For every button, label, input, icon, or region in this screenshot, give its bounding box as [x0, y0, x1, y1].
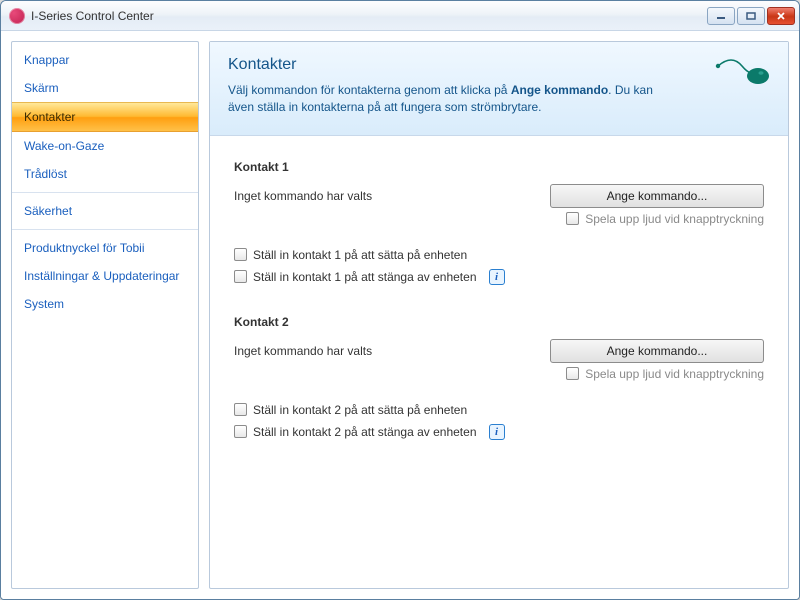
checkbox-icon: [234, 270, 247, 283]
close-button[interactable]: [767, 7, 795, 25]
desc-part-1: Välj kommandon för kontakterna genom att…: [228, 83, 511, 97]
page-description: Välj kommandon för kontakterna genom att…: [228, 82, 668, 117]
checkbox-icon: [234, 403, 247, 416]
minimize-button[interactable]: [707, 7, 735, 25]
contact-2-power-off-text: Ställ in kontakt 2 på att stänga av enhe…: [253, 425, 477, 439]
info-icon[interactable]: i: [489, 269, 505, 285]
contact-2-power-off-row: Ställ in kontakt 2 på att stänga av enhe…: [234, 424, 764, 440]
checkbox-icon: [566, 367, 579, 380]
body: Knappar Skärm Kontakter Wake-on-Gaze Trå…: [1, 31, 799, 599]
sidebar-item-system[interactable]: System: [12, 290, 198, 318]
sidebar-separator: [12, 229, 198, 230]
contact-1-set-command-button[interactable]: Ange kommando...: [550, 184, 764, 208]
contact-2-status: Inget kommando har valts: [234, 344, 534, 358]
contact-1-power-off-text: Ställ in kontakt 1 på att stänga av enhe…: [253, 270, 477, 284]
sidebar-item-knappar[interactable]: Knappar: [12, 46, 198, 74]
maximize-icon: [746, 12, 756, 20]
minimize-icon: [716, 12, 726, 20]
contact-2-section: Kontakt 2 Inget kommando har valts Ange …: [234, 315, 764, 440]
contact-1-sound-row: Spela upp ljud vid knapptryckning: [234, 212, 764, 226]
checkbox-icon: [234, 248, 247, 261]
sidebar: Knappar Skärm Kontakter Wake-on-Gaze Trå…: [11, 41, 199, 589]
sidebar-item-installningar[interactable]: Inställningar & Uppdateringar: [12, 262, 198, 290]
window-title: I-Series Control Center: [31, 9, 707, 23]
contact-2-set-command-button[interactable]: Ange kommando...: [550, 339, 764, 363]
contact-2-power-on-row: Ställ in kontakt 2 på att sätta på enhet…: [234, 403, 764, 417]
sidebar-item-produktnyckel[interactable]: Produktnyckel för Tobii: [12, 234, 198, 262]
contact-2-status-row: Inget kommando har valts Ange kommando..…: [234, 339, 764, 363]
contact-1-section: Kontakt 1 Inget kommando har valts Ange …: [234, 160, 764, 285]
contact-2-title: Kontakt 2: [234, 315, 764, 329]
desc-bold: Ange kommando: [511, 83, 608, 97]
contact-2-power-on-text: Ställ in kontakt 2 på att sätta på enhet…: [253, 403, 467, 417]
contact-1-status: Inget kommando har valts: [234, 189, 534, 203]
content: Kontakt 1 Inget kommando har valts Ange …: [210, 136, 788, 588]
main-panel: Kontakter Välj kommandon för kontakterna…: [209, 41, 789, 589]
contact-1-sound-text: Spela upp ljud vid knapptryckning: [585, 212, 764, 226]
contact-2-sound-text: Spela upp ljud vid knapptryckning: [585, 367, 764, 381]
sidebar-item-skarm[interactable]: Skärm: [12, 74, 198, 102]
contact-1-sound-checkbox-label[interactable]: Spela upp ljud vid knapptryckning: [566, 212, 764, 226]
contact-2-power-on-checkbox[interactable]: Ställ in kontakt 2 på att sätta på enhet…: [234, 403, 467, 417]
sidebar-item-wake-on-gaze[interactable]: Wake-on-Gaze: [12, 132, 198, 160]
contact-2-power-off-checkbox[interactable]: Ställ in kontakt 2 på att stänga av enhe…: [234, 425, 477, 439]
contact-1-power-off-row: Ställ in kontakt 1 på att stänga av enhe…: [234, 269, 764, 285]
maximize-button[interactable]: [737, 7, 765, 25]
window-controls: [707, 7, 795, 25]
switch-device-icon: [714, 56, 770, 93]
contact-1-power-on-text: Ställ in kontakt 1 på att sätta på enhet…: [253, 248, 467, 262]
app-icon: [9, 8, 25, 24]
sidebar-separator: [12, 192, 198, 193]
contact-1-status-row: Inget kommando har valts Ange kommando..…: [234, 184, 764, 208]
contact-1-power-off-checkbox[interactable]: Ställ in kontakt 1 på att stänga av enhe…: [234, 270, 477, 284]
contact-1-power-on-checkbox[interactable]: Ställ in kontakt 1 på att sätta på enhet…: [234, 248, 467, 262]
contact-1-title: Kontakt 1: [234, 160, 764, 174]
checkbox-icon: [234, 425, 247, 438]
contact-1-power-on-row: Ställ in kontakt 1 på att sätta på enhet…: [234, 248, 764, 262]
info-icon[interactable]: i: [489, 424, 505, 440]
contact-2-sound-row: Spela upp ljud vid knapptryckning: [234, 367, 764, 381]
sidebar-item-kontakter[interactable]: Kontakter: [12, 102, 198, 132]
app-window: I-Series Control Center Knappar Skärm Ko…: [0, 0, 800, 600]
close-icon: [776, 12, 786, 20]
titlebar: I-Series Control Center: [1, 1, 799, 31]
sidebar-item-tradlost[interactable]: Trådlöst: [12, 160, 198, 188]
sidebar-item-sakerhet[interactable]: Säkerhet: [12, 197, 198, 225]
checkbox-icon: [566, 212, 579, 225]
contact-2-sound-checkbox-label[interactable]: Spela upp ljud vid knapptryckning: [566, 367, 764, 381]
page-title: Kontakter: [228, 56, 770, 74]
banner: Kontakter Välj kommandon för kontakterna…: [210, 42, 788, 136]
